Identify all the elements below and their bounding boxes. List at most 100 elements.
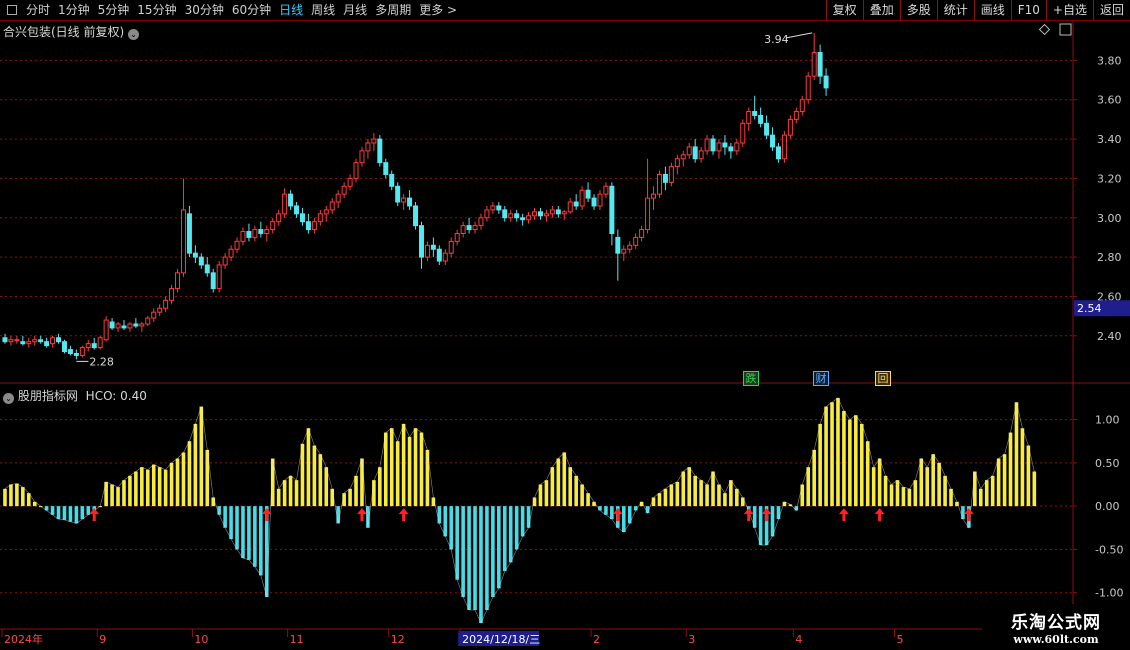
hco-bar	[378, 467, 382, 507]
candle-body	[299, 213, 305, 223]
candle-body	[121, 325, 127, 329]
candle-body	[448, 240, 454, 254]
hco-bar	[229, 506, 233, 540]
event-tag-fall[interactable]: 跌	[743, 371, 759, 386]
candle-body	[353, 162, 359, 179]
candle-body	[79, 347, 85, 356]
toolbar-button-7[interactable]: 返回	[1092, 0, 1130, 20]
up-arrow-signal-icon	[356, 508, 367, 522]
candle-body	[787, 118, 793, 136]
up-arrow-signal-icon	[743, 508, 754, 522]
period-tab-10[interactable]: 更多 >	[415, 0, 461, 20]
candle-body	[163, 299, 169, 309]
candle-body	[460, 225, 466, 234]
period-tab-0[interactable]: 分时	[22, 0, 54, 20]
hco-bar	[1008, 432, 1013, 507]
hco-bar	[372, 480, 376, 507]
hco-bar	[871, 467, 876, 507]
candle-body	[38, 339, 44, 343]
window-menu-icon[interactable]	[7, 5, 17, 15]
candle-body	[472, 225, 478, 231]
toolbar-button-2[interactable]: 多股	[899, 0, 937, 20]
time-axis-label: 5	[897, 633, 904, 646]
event-tag-return[interactable]: 回	[875, 371, 891, 386]
toolbar-button-5[interactable]: F10	[1010, 0, 1046, 20]
candle-body	[532, 211, 538, 217]
event-tag-finance[interactable]: 财	[813, 371, 829, 386]
chevron-down-icon[interactable]: ⌄	[3, 393, 14, 404]
period-tab-8[interactable]: 月线	[339, 0, 371, 20]
hco-bar	[580, 484, 584, 507]
period-tab-5[interactable]: 60分钟	[228, 0, 275, 20]
hco-bar	[544, 480, 549, 507]
hco-bar	[419, 432, 424, 507]
hco-bar	[883, 475, 888, 507]
candle-body	[561, 211, 567, 215]
hco-tick-label: 1.00	[1095, 414, 1120, 427]
period-tab-6[interactable]: 日线	[275, 0, 307, 20]
candle-body	[103, 319, 109, 341]
period-tab-4[interactable]: 30分钟	[181, 0, 228, 20]
candle-body	[520, 217, 526, 221]
hco-bar	[735, 488, 739, 507]
hco-bar	[919, 458, 924, 507]
period-tab-7[interactable]: 周线	[307, 0, 339, 20]
price-tick-label: 3.20	[1097, 172, 1122, 185]
period-tab-3[interactable]: 15分钟	[133, 0, 180, 20]
toolbar-button-3[interactable]: 统计	[936, 0, 974, 20]
candle-body	[264, 229, 270, 234]
candle-body	[157, 307, 163, 313]
candle-body	[823, 75, 829, 89]
candle-body	[32, 339, 38, 343]
stock-chart[interactable]: 2.402.602.803.003.203.403.603.803.942.28…	[0, 21, 1130, 650]
period-tab-9[interactable]: 多周期	[371, 0, 415, 20]
candle-body	[282, 193, 288, 215]
hco-bar	[943, 475, 947, 507]
chevron-down-icon[interactable]: ⌄	[128, 29, 140, 40]
hco-bar	[1032, 471, 1037, 507]
toolbar-button-0[interactable]: 复权	[825, 0, 863, 20]
hco-bar	[913, 480, 918, 507]
candle-body	[204, 264, 210, 274]
hco-bar	[443, 506, 448, 537]
toolbar-button-4[interactable]: 画线	[973, 0, 1011, 20]
candle-body	[395, 185, 401, 203]
candle-body	[502, 209, 508, 219]
candle-body	[615, 236, 621, 254]
hco-bar	[836, 397, 840, 507]
candle-body	[192, 252, 198, 258]
hco-bar	[574, 475, 578, 507]
candle-body	[407, 197, 413, 207]
up-arrow-signal-icon	[761, 508, 772, 522]
hco-bar	[669, 484, 674, 507]
hco-bar	[3, 488, 7, 507]
hco-bar	[973, 471, 977, 507]
hco-bar	[729, 480, 733, 507]
hco-bar	[199, 406, 204, 507]
hco-bar	[865, 441, 870, 507]
hco-bar	[401, 423, 406, 507]
period-tab-1[interactable]: 1分钟	[54, 0, 94, 20]
hco-bar	[568, 467, 573, 507]
candle-body	[252, 229, 258, 238]
hco-bar	[937, 462, 941, 507]
candle-body	[633, 236, 639, 246]
diamond-icon	[1038, 23, 1051, 36]
hco-bar	[497, 506, 501, 589]
candle-body	[91, 343, 97, 349]
hco-bar	[389, 428, 394, 507]
hco-bar	[1002, 454, 1007, 507]
candle-body	[680, 154, 686, 160]
hco-bar	[895, 480, 900, 507]
candle-body	[579, 189, 585, 207]
candle-body	[478, 217, 484, 227]
hco-bar	[193, 423, 198, 507]
hco-bar	[50, 506, 55, 515]
period-tab-2[interactable]: 5分钟	[94, 0, 134, 20]
hco-bar	[675, 481, 680, 507]
toolbar-button-6[interactable]: +自选	[1045, 0, 1093, 20]
toolbar-button-1[interactable]: 叠加	[862, 0, 900, 20]
candle-body	[288, 193, 294, 207]
candle-body	[746, 111, 752, 124]
time-axis-label: 4	[795, 633, 802, 646]
